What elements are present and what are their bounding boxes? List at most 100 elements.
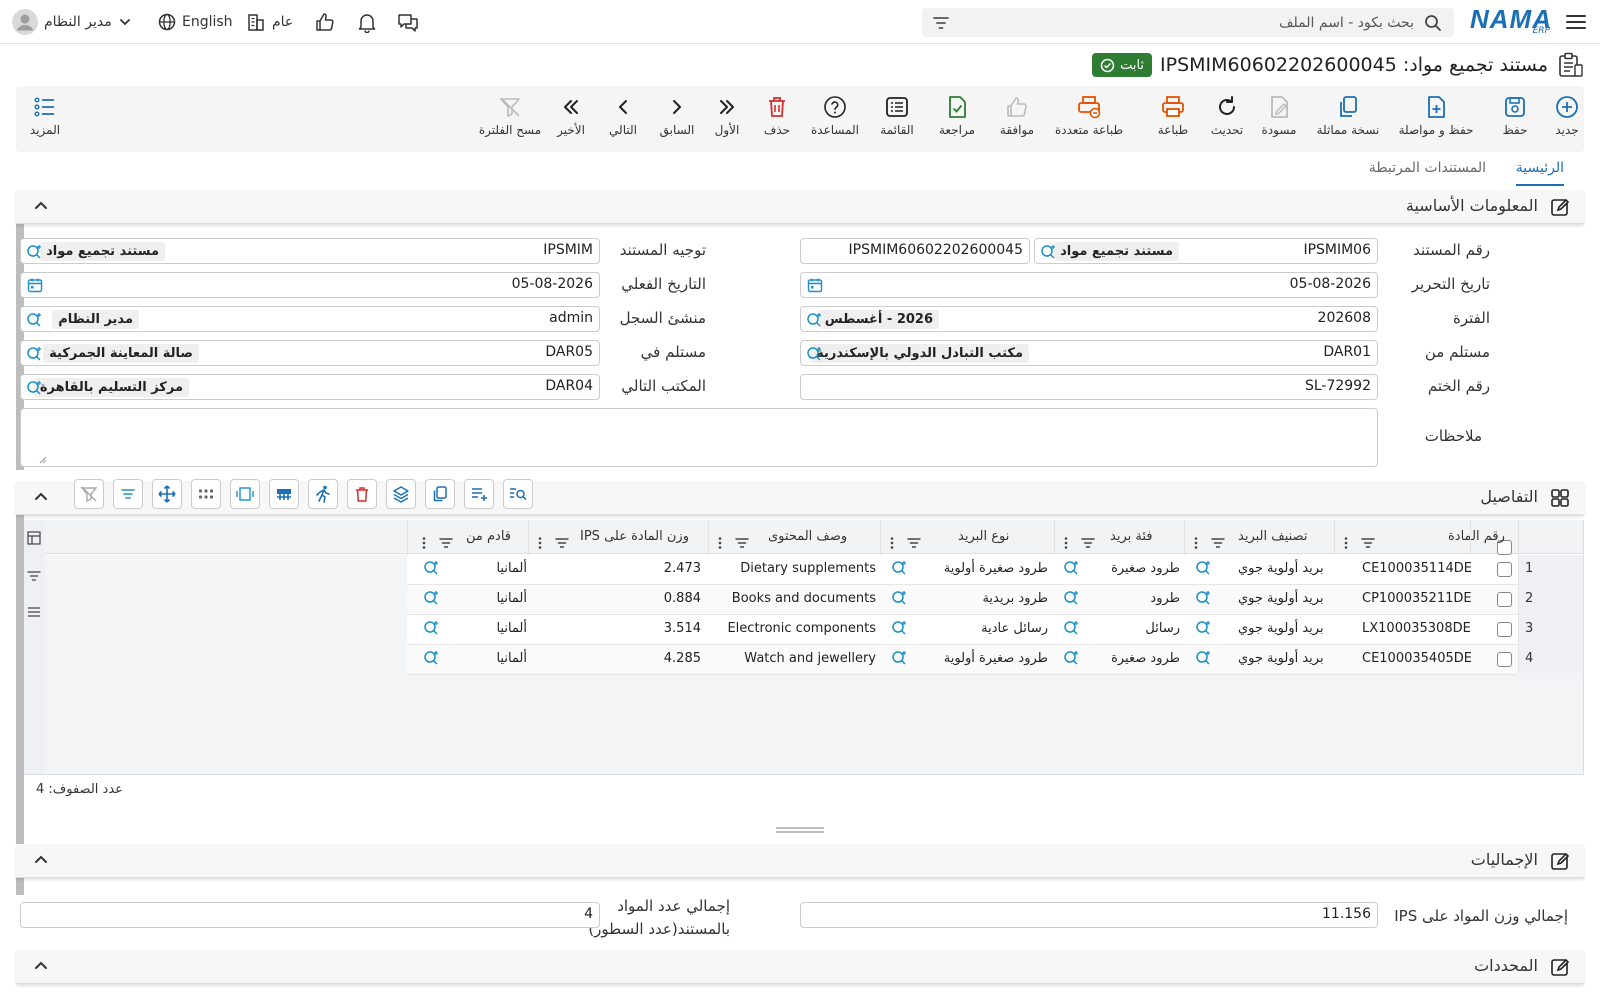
row-checkbox[interactable] [1497, 652, 1512, 667]
add-row-button[interactable] [464, 479, 494, 509]
menu-panel-icon[interactable] [27, 605, 41, 619]
delete-row-button[interactable] [347, 479, 377, 509]
run-button[interactable] [308, 479, 338, 509]
received-in-field[interactable]: DAR05 صالة المعاينة الجمركية [20, 340, 600, 366]
lookup-icon[interactable] [422, 649, 440, 667]
column-menu-icon[interactable] [889, 536, 895, 550]
approve-button[interactable]: موافقة [982, 94, 1052, 137]
search-input[interactable] [974, 8, 1414, 37]
row-checkbox[interactable] [1497, 592, 1512, 607]
filter-icon[interactable] [932, 15, 950, 31]
scope-selector[interactable]: عام [246, 10, 293, 34]
notifications-button[interactable] [356, 10, 378, 34]
lookup-icon[interactable] [1062, 559, 1080, 577]
logo[interactable]: NAMA ERP [1470, 4, 1554, 38]
lookup-icon[interactable] [805, 345, 823, 363]
calendar-icon[interactable] [27, 277, 43, 293]
col-mail-type-header[interactable]: نوع البريد [958, 529, 1009, 544]
column-filter-icon[interactable] [554, 536, 570, 550]
direction-field[interactable]: IPSMIM مستند تجميع مواد [20, 238, 600, 264]
search-icon[interactable] [1424, 14, 1442, 32]
dots-button[interactable] [191, 479, 221, 509]
resize-handle-icon[interactable] [39, 456, 47, 464]
multi-print-button[interactable]: طباعة متعددة [1044, 94, 1134, 137]
col-weight-header[interactable]: وزن المادة على IPS [580, 529, 689, 544]
actual-date-field[interactable]: 05-08-2026 [20, 272, 600, 298]
filter-panel-icon[interactable] [27, 569, 41, 583]
thumbs-up-button[interactable] [314, 10, 336, 34]
next-office-field[interactable]: DAR04 مركز التسليم بالقاهرة [20, 374, 600, 400]
chevron-up-icon[interactable] [34, 960, 48, 970]
lookup-icon[interactable] [890, 649, 908, 667]
layers-button[interactable] [386, 479, 416, 509]
lookup-icon[interactable] [1062, 619, 1080, 637]
duplicate-button[interactable]: نسخة مماثلة [1308, 94, 1388, 137]
column-menu-icon[interactable] [1193, 536, 1199, 550]
copy-row-button[interactable] [425, 479, 455, 509]
column-filter-icon[interactable] [1210, 536, 1226, 550]
doc-number-field[interactable]: IPSMIM06 مستند تجميع مواد [1034, 238, 1378, 264]
save-continue-button[interactable]: حفظ و مواصلة [1394, 94, 1478, 137]
col-mail-class-header[interactable]: تصنيف البريد [1238, 529, 1307, 544]
period-field[interactable]: 202608 2026 - أغسطس [800, 306, 1378, 332]
columns-panel-icon[interactable] [27, 531, 41, 545]
table-view-button[interactable] [269, 479, 299, 509]
notes-textarea[interactable] [20, 408, 1378, 467]
tab-related-documents[interactable]: المستندات المرتبطة [1369, 160, 1486, 186]
basic-info-header[interactable]: المعلومات الأساسية [16, 190, 1584, 224]
lookup-icon[interactable] [890, 619, 908, 637]
lookup-icon[interactable] [1039, 243, 1057, 261]
column-filter-icon[interactable] [906, 536, 922, 550]
chevron-up-icon[interactable] [34, 491, 48, 501]
lookup-icon[interactable] [422, 589, 440, 607]
col-content-header[interactable]: وصف المحتوى [768, 529, 847, 544]
lookup-icon[interactable] [422, 619, 440, 637]
received-from-field[interactable]: DAR01 مكتب التبادل الدولي بالإسكندرية [800, 340, 1378, 366]
row-checkbox[interactable] [1497, 562, 1512, 577]
list-button[interactable]: القائمة [862, 94, 932, 137]
lookup-icon[interactable] [25, 345, 43, 363]
lookup-icon[interactable] [1194, 559, 1212, 577]
column-filter-icon[interactable] [438, 536, 454, 550]
table-row[interactable] [407, 585, 1518, 615]
seal-field[interactable]: SL-72992 [800, 374, 1378, 400]
chevron-up-icon[interactable] [34, 200, 48, 210]
calendar-icon[interactable] [807, 277, 823, 293]
column-filter-icon[interactable] [1080, 536, 1096, 550]
column-menu-icon[interactable] [421, 536, 427, 550]
messages-button[interactable] [396, 10, 420, 34]
save-button[interactable]: حفظ [1480, 94, 1550, 137]
review-button[interactable]: مراجعة [922, 94, 992, 137]
lookup-icon[interactable] [890, 559, 908, 577]
search-rows-button[interactable] [503, 479, 533, 509]
user-menu[interactable]: مدير النظام [12, 9, 132, 35]
lookup-icon[interactable] [25, 311, 43, 329]
language-switch[interactable]: English [158, 10, 233, 34]
lookup-icon[interactable] [1194, 589, 1212, 607]
lookup-icon[interactable] [1194, 619, 1212, 637]
lookup-icon[interactable] [890, 589, 908, 607]
hamburger-menu-icon[interactable] [1564, 10, 1588, 34]
fit-columns-button[interactable] [230, 479, 260, 509]
clear-filter-button[interactable]: مسح الفلترة [472, 94, 548, 137]
col-item-no-header[interactable]: رقم المادة [1448, 529, 1505, 544]
lookup-icon[interactable] [25, 379, 43, 397]
clear-grid-filter-button[interactable] [74, 479, 104, 509]
totals-header[interactable]: الإجماليات [16, 844, 1584, 878]
tab-main[interactable]: الرئيسية [1515, 160, 1564, 186]
lookup-icon[interactable] [1062, 649, 1080, 667]
selectors-header[interactable]: المحددات [16, 950, 1584, 984]
column-menu-icon[interactable] [717, 536, 723, 550]
row-checkbox[interactable] [1497, 622, 1512, 637]
column-menu-icon[interactable] [1343, 536, 1349, 550]
col-origin-header[interactable]: قادم من [466, 529, 511, 544]
lookup-icon[interactable] [1062, 589, 1080, 607]
col-mail-category-header[interactable]: فئة بريد [1110, 529, 1152, 544]
lookup-icon[interactable] [25, 243, 43, 261]
lookup-icon[interactable] [1194, 649, 1212, 667]
grid-filter-button[interactable] [113, 479, 143, 509]
chevron-up-icon[interactable] [34, 854, 48, 864]
resize-splitter-icon[interactable] [776, 826, 824, 834]
lookup-icon[interactable] [805, 311, 823, 329]
column-filter-icon[interactable] [734, 536, 750, 550]
